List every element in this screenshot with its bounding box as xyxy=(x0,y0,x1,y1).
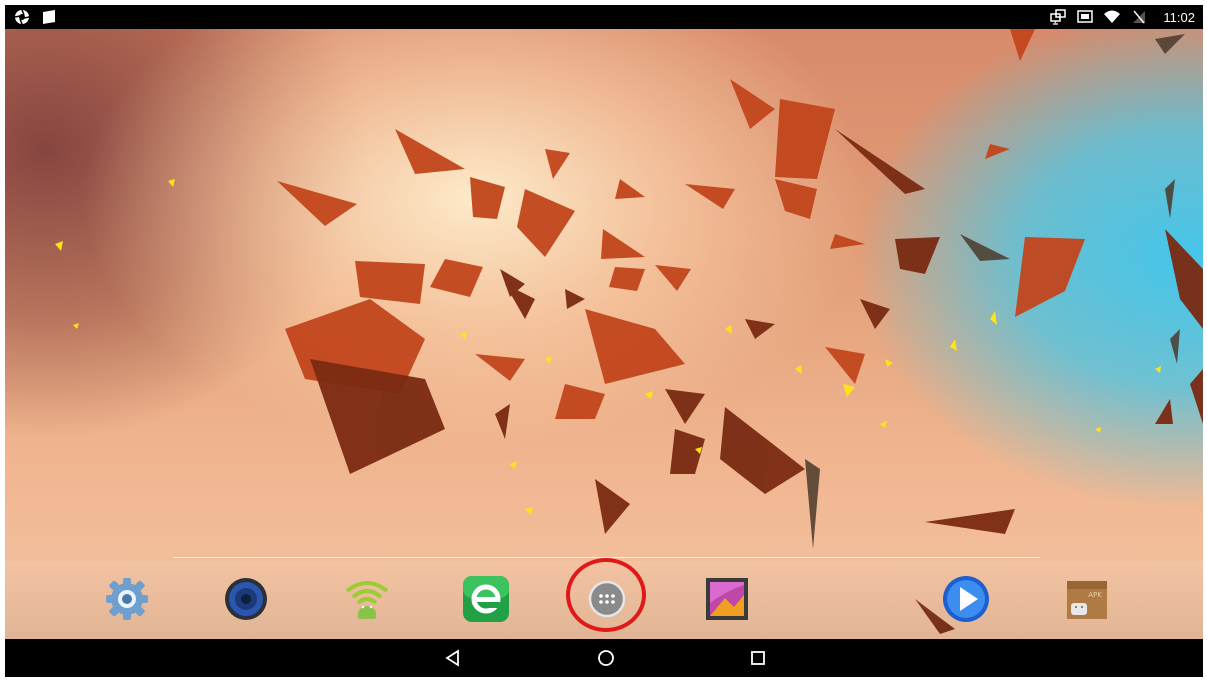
recents-button[interactable] xyxy=(738,646,778,670)
navigation-bar xyxy=(5,639,1203,677)
music-app[interactable] xyxy=(220,573,272,625)
apk-installer-app[interactable]: APK xyxy=(1061,573,1113,625)
home-icon xyxy=(598,650,614,666)
gallery-icon xyxy=(706,578,748,620)
status-bar: 11:02 xyxy=(5,5,1203,29)
recents-icon xyxy=(751,651,765,665)
device-screen: 11:02 APK xyxy=(5,5,1203,677)
settings-app[interactable] xyxy=(101,573,153,625)
notification-card-icon xyxy=(40,8,58,26)
abstract-shards-wallpaper xyxy=(5,29,1203,639)
speaker-icon xyxy=(225,578,267,620)
browser-app[interactable] xyxy=(460,573,512,625)
gallery-app[interactable] xyxy=(701,573,753,625)
cast-icon xyxy=(1076,8,1094,26)
all-apps-button[interactable] xyxy=(581,573,633,625)
shards-artwork xyxy=(55,29,1203,634)
back-button[interactable] xyxy=(433,646,473,670)
home-button[interactable] xyxy=(586,646,626,670)
screen-mirror-icon xyxy=(1049,8,1067,26)
back-icon xyxy=(445,649,459,667)
wifi-icon xyxy=(1103,8,1121,26)
play-icon xyxy=(943,576,989,622)
app-drawer-icon xyxy=(588,580,626,618)
green-e-icon xyxy=(463,576,509,622)
no-signal-icon xyxy=(1130,8,1148,26)
gear-icon xyxy=(106,578,148,620)
android-wifi-icon xyxy=(345,581,389,619)
app-dock: APK xyxy=(5,558,1203,639)
media-player-app[interactable] xyxy=(940,573,992,625)
apk-box-icon: APK xyxy=(1067,581,1107,619)
aperture-icon xyxy=(13,8,31,26)
status-clock: 11:02 xyxy=(1163,9,1195,25)
apk-badge-text: APK xyxy=(1088,591,1102,599)
wifi-android-app[interactable] xyxy=(341,573,393,625)
dock-divider xyxy=(173,557,1040,558)
